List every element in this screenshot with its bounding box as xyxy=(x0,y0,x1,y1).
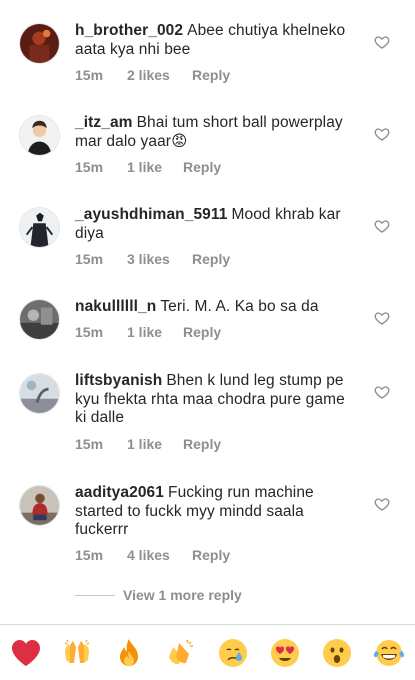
comment-username[interactable]: liftsbyanish xyxy=(75,372,162,389)
like-heart-icon[interactable] xyxy=(374,310,390,326)
comment-likes[interactable]: 4 likes xyxy=(127,547,192,563)
comment-time: 15m xyxy=(75,436,104,452)
comment-time: 15m xyxy=(75,547,104,563)
like-heart-icon[interactable] xyxy=(374,218,390,234)
fire-icon[interactable] xyxy=(112,636,146,670)
comment-time: 15m xyxy=(75,67,104,83)
emoji-reaction-bar xyxy=(0,625,415,680)
crying-face-icon[interactable] xyxy=(216,636,250,670)
comment-likes[interactable]: 1 like xyxy=(127,436,183,452)
comment-username[interactable]: aaditya2061 xyxy=(75,484,164,501)
like-heart-icon[interactable] xyxy=(374,496,390,512)
view-more-replies[interactable]: View 1 more reply xyxy=(75,586,242,604)
reply-button[interactable]: Reply xyxy=(183,436,221,452)
avatar[interactable] xyxy=(19,115,60,156)
like-heart-icon[interactable] xyxy=(374,384,390,400)
raising-hands-icon[interactable] xyxy=(60,636,94,670)
avatar[interactable] xyxy=(19,207,60,248)
tears-of-joy-face-icon[interactable] xyxy=(372,636,406,670)
avatar[interactable] xyxy=(19,299,60,340)
comment-username[interactable]: _itz_am xyxy=(75,114,133,131)
red-heart-icon[interactable] xyxy=(9,636,43,670)
reply-button[interactable]: Reply xyxy=(192,251,230,267)
clapping-hands-icon[interactable] xyxy=(164,636,198,670)
comment-likes[interactable]: 2 likes xyxy=(127,67,192,83)
avatar[interactable] xyxy=(19,23,60,64)
comment-likes[interactable]: 1 like xyxy=(127,159,183,175)
comment-username[interactable]: _ayushdhiman_5911 xyxy=(75,206,227,223)
reply-button[interactable]: Reply xyxy=(192,67,230,83)
comment-username[interactable]: h_brother_002 xyxy=(75,22,183,39)
comment-time: 15m xyxy=(75,159,104,175)
divider-line xyxy=(75,594,115,596)
view-more-replies-label: View 1 more reply xyxy=(123,587,242,603)
heart-eyes-face-icon[interactable] xyxy=(268,636,302,670)
avatar[interactable] xyxy=(19,373,60,414)
comment-likes[interactable]: 1 like xyxy=(127,324,183,340)
astonished-face-icon[interactable] xyxy=(320,636,354,670)
reply-button[interactable]: Reply xyxy=(183,324,221,340)
comment-username[interactable]: nakullllll_n xyxy=(75,298,156,315)
comment-text: Teri. M. A. Ka bo sa da xyxy=(160,298,319,315)
avatar[interactable] xyxy=(19,485,60,526)
like-heart-icon[interactable] xyxy=(374,34,390,50)
reply-button[interactable]: Reply xyxy=(192,547,230,563)
reply-button[interactable]: Reply xyxy=(183,159,221,175)
like-heart-icon[interactable] xyxy=(374,126,390,142)
comment-time: 15m xyxy=(75,251,104,267)
comment-time: 15m xyxy=(75,324,104,340)
comment-likes[interactable]: 3 likes xyxy=(127,251,192,267)
